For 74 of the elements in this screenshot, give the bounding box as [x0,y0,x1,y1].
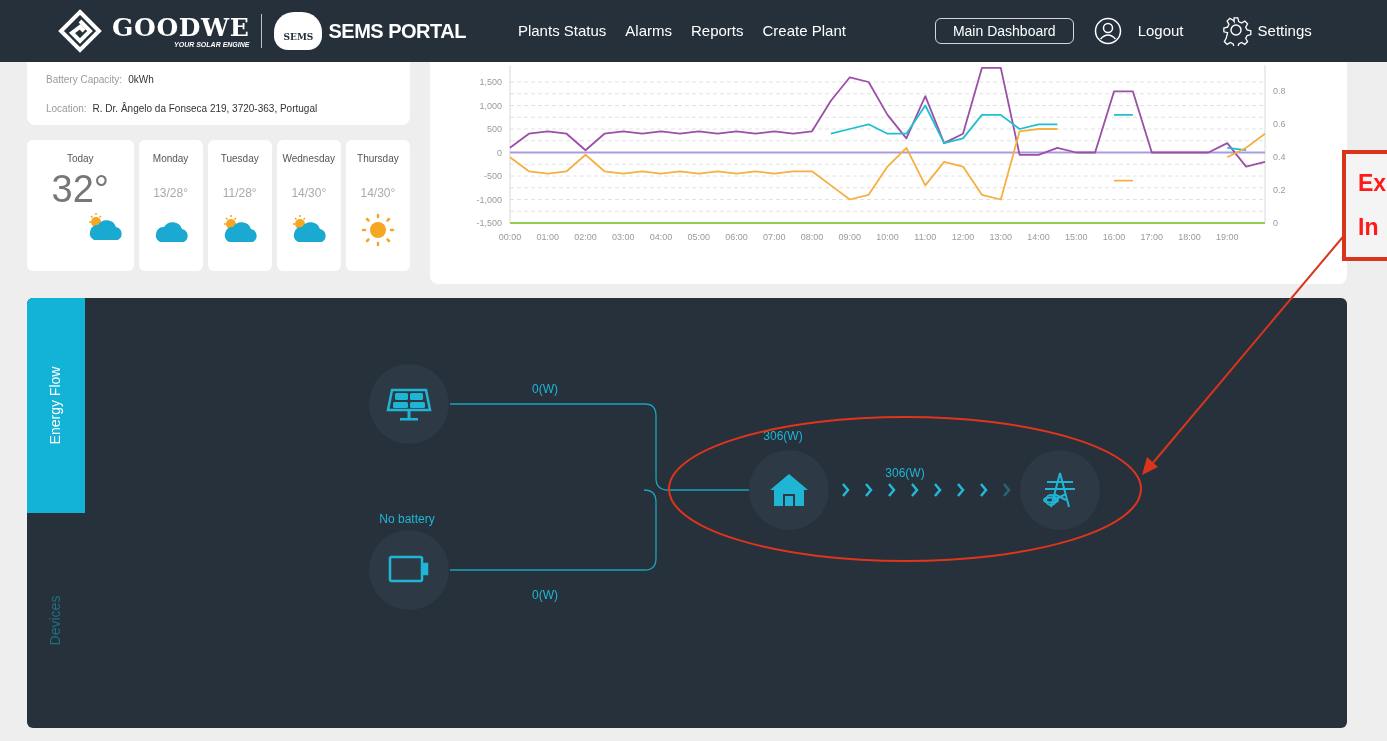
axis-tick-label: 0.4 [1273,152,1286,162]
axis-tick-label: 02:00 [574,232,597,242]
weather-temperature: 11/28° [222,185,257,202]
weather-day: Today [66,151,94,166]
axis-tick-label: -1,500 [476,218,502,228]
annotation-text: In [1358,213,1380,242]
info-value: 0kWh [128,72,154,87]
weather-temperature: 32° [51,170,109,208]
axis-tick-label: 08:00 [800,232,824,242]
info-value: R. Dr. Ângelo da Fonseca 219, 3720-363, Portugal [92,101,318,116]
axis-tick-label: 15:00 [1065,232,1088,242]
axis-tick-label: 04:00 [649,232,673,242]
settings-link[interactable]: Settings [1257,19,1312,43]
chevron-icon [911,483,919,497]
settings-icon [1221,16,1252,46]
diamond-logo-icon [58,9,102,53]
chevron-icon [842,483,850,497]
chevron-icon [980,483,988,497]
weather-day: Tuesday [220,151,259,166]
portal-title: SEMS PORTAL [328,19,466,44]
chevron-icon [957,483,965,497]
axis-tick-label: 0 [1273,218,1278,228]
chevron-icon [934,483,942,497]
axis-tick-label: 06:00 [725,232,748,242]
user-icon [1093,17,1122,45]
chevron-icon [1003,483,1011,497]
nav-link[interactable]: Plants Status [517,19,607,43]
axis-tick-label: 07:00 [763,232,786,242]
axis-tick-label: 05:00 [687,232,710,242]
axis-tick-label: 17:00 [1140,232,1163,242]
power-label: 306(W) [885,465,925,482]
axis-tick-label: 12:00 [951,232,975,242]
battery-status-label: No battery [379,511,435,528]
power-label: 306(W) [763,428,803,445]
weather-temperature: 13/28° [153,185,188,202]
power-label: 0(W) [532,381,558,398]
brand-name: GOODWE [112,14,250,40]
axis-tick-label: 09:00 [838,232,861,242]
axis-tick-label: 0.6 [1273,119,1286,129]
axis-tick-label: 1,500 [479,77,502,87]
axis-tick-label: 500 [486,124,502,134]
axis-tick-label: 0.2 [1273,185,1286,195]
chevron-icon [888,483,896,497]
axis-tick-label: -1,000 [476,194,502,205]
info-label: Battery Capacity: [46,72,123,87]
axis-tick-label: 13:00 [989,232,1012,242]
axis-tick-label: 10:00 [876,232,899,242]
weather-temperature: 14/30° [291,185,327,202]
axis-tick-label: 0.8 [1273,86,1286,96]
axis-tick-label: 03:00 [612,232,635,242]
nav-link[interactable]: Reports [691,19,744,43]
axis-tick-label: 18:00 [1178,232,1201,242]
info-label: Location: [46,101,87,116]
axis-tick-label: 01:00 [536,232,559,242]
main-dashboard-button[interactable]: Main Dashboard [934,18,1074,44]
axis-tick-label: 14:00 [1027,232,1050,242]
axis-tick-label: 11:00 [914,232,937,242]
nav-link[interactable]: Create Plant [762,19,846,43]
nav-link[interactable]: Alarms [625,19,672,43]
chevron-icon [865,483,873,497]
annotation-text: Ex [1358,169,1387,198]
axis-tick-label: 0 [497,147,502,158]
axis-tick-label: 1,000 [479,100,502,111]
weather-day: Monday [152,151,189,166]
power-label: 0(W) [532,587,558,604]
weather-day: Thursday [357,151,399,166]
axis-tick-label: 19:00 [1216,232,1239,242]
logout-link[interactable]: Logout [1137,19,1184,43]
weather-temperature: 14/30° [360,185,396,202]
weather-day: Wednesday [282,151,336,166]
axis-tick-label: 16:00 [1102,232,1126,242]
axis-tick-label: -500 [484,171,502,181]
axis-tick-label: 00:00 [498,232,522,242]
cloud-logo: SEMS [274,12,323,50]
